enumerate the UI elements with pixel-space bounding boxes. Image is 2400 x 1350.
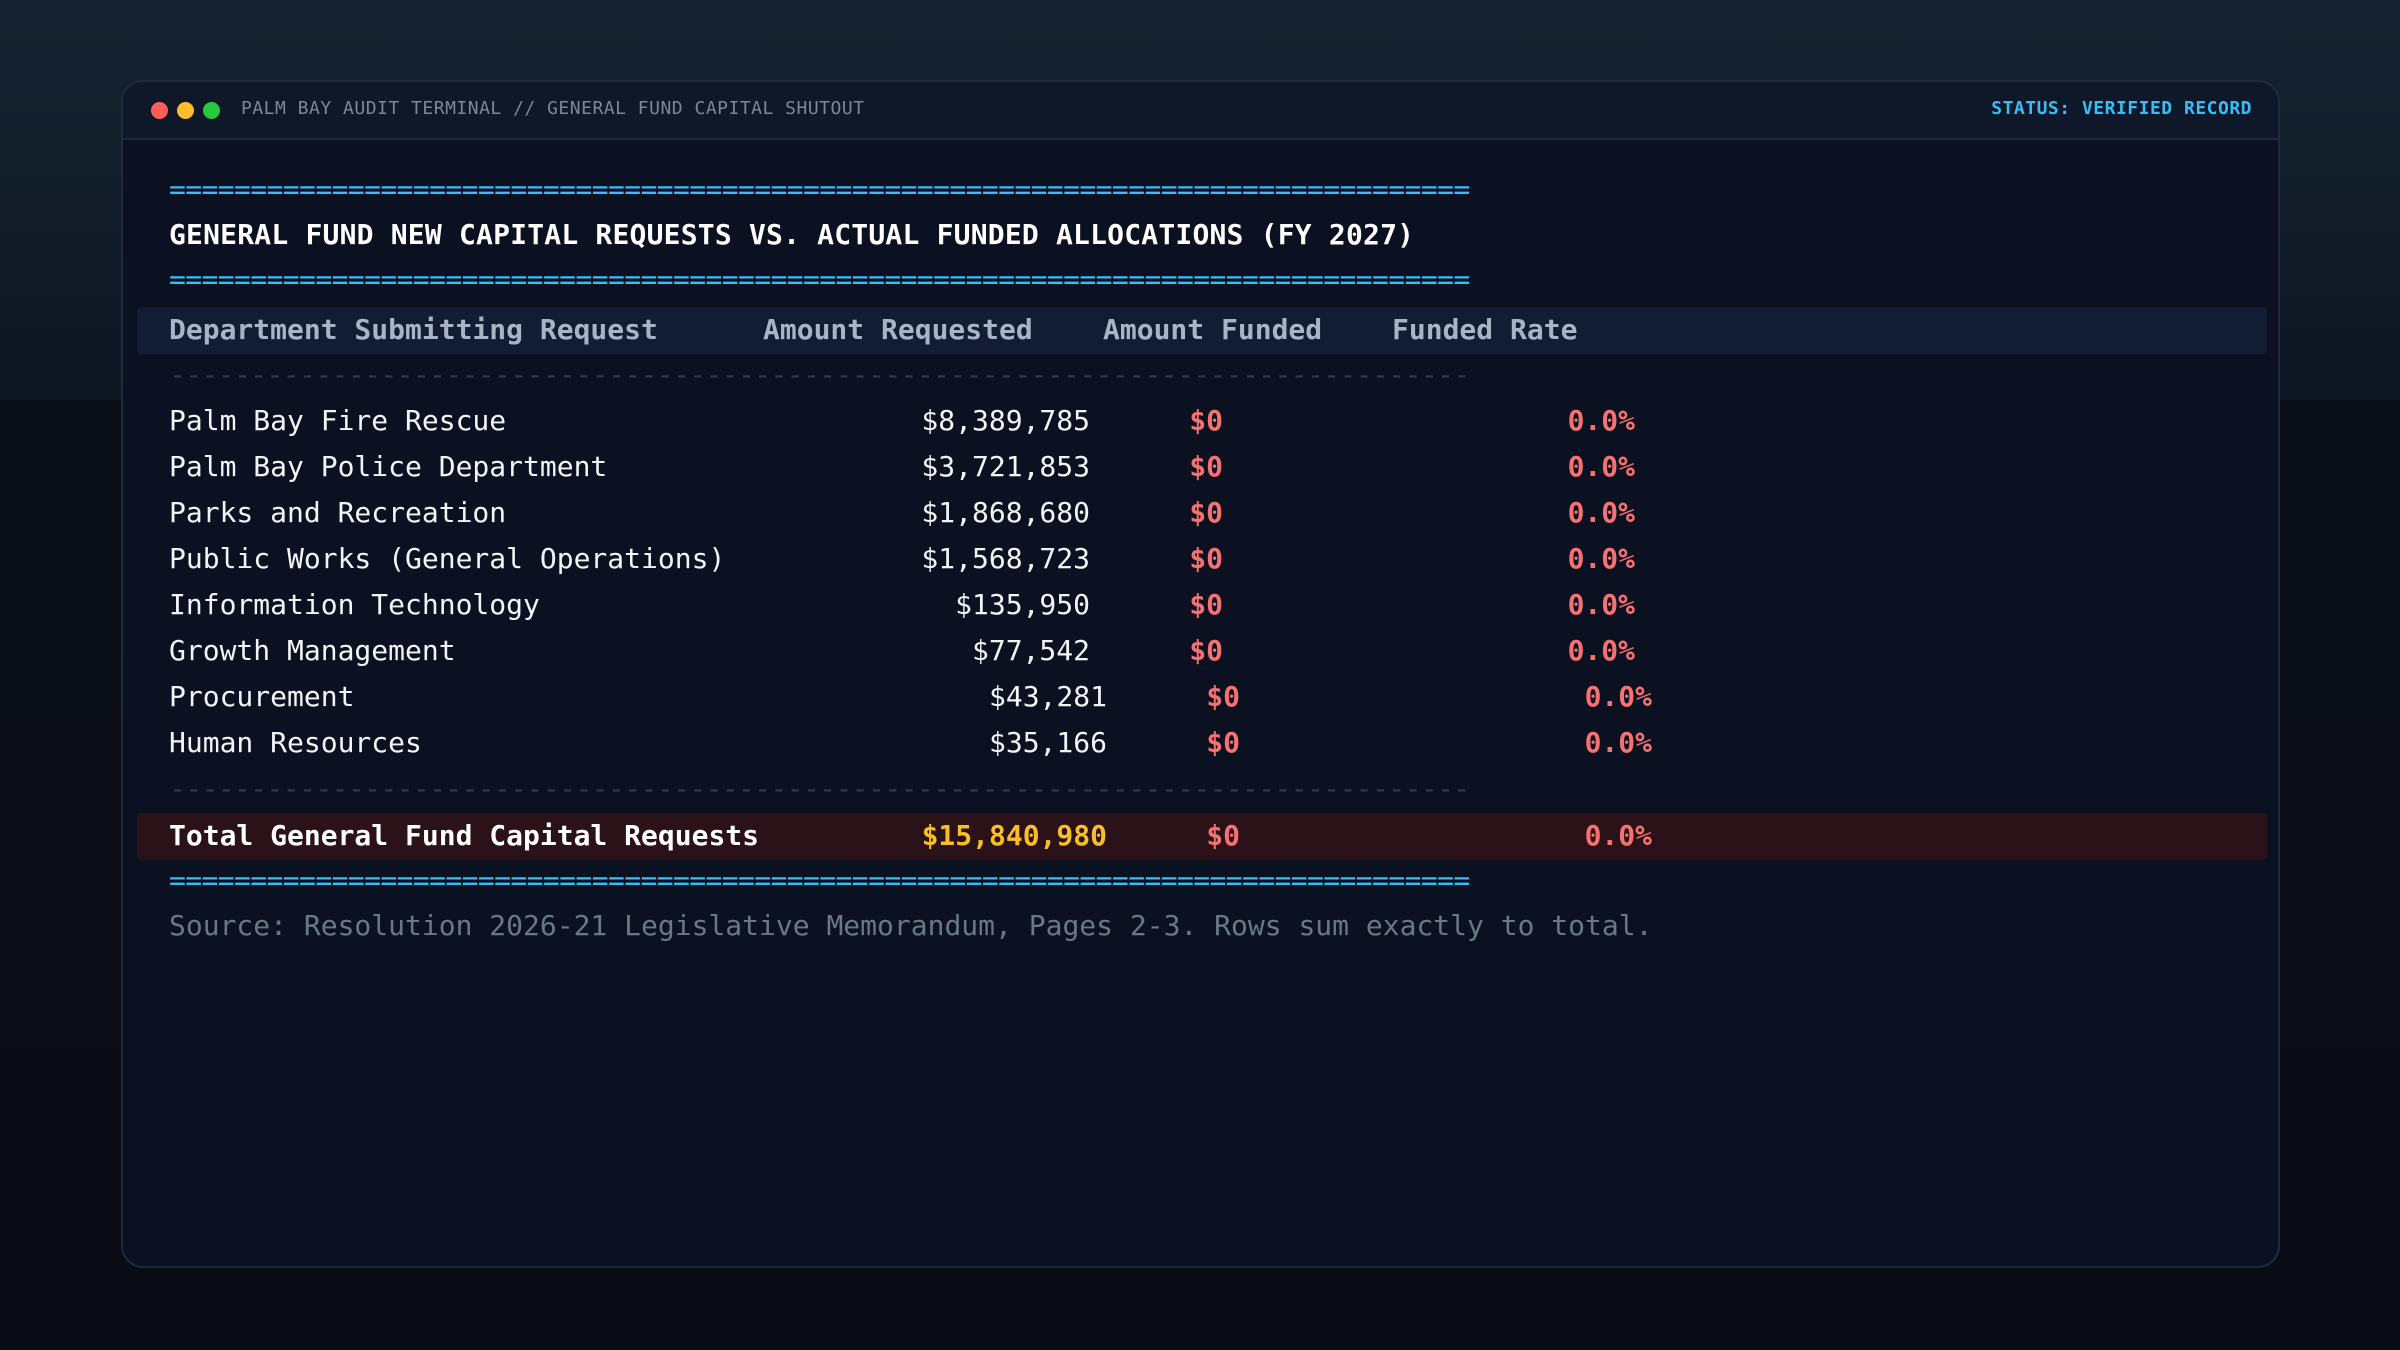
- minimize-window-button[interactable]: [177, 102, 194, 119]
- terminal-window: PALM BAY AUDIT TERMINAL // GENERAL FUND …: [121, 80, 2280, 1268]
- department-name: Procurement: [169, 680, 355, 713]
- funded-rate: 0.0%: [1584, 680, 1652, 713]
- status-badge: STATUS: VERIFIED RECORD: [1991, 98, 2252, 119]
- amount-funded: $0: [1206, 680, 1240, 713]
- rule-equals-under-title: ========================================…: [169, 263, 1470, 296]
- department-name: Growth Management: [169, 634, 456, 667]
- source-note: Source: Resolution 2026-21 Legislative M…: [169, 909, 1653, 942]
- funded-rate: 0.0%: [1567, 634, 1635, 667]
- department-name: Human Resources: [169, 726, 422, 759]
- amount-funded: $0: [1189, 496, 1223, 529]
- column-header-funded: Amount Funded: [1103, 313, 1323, 346]
- rule-equals-bottom: ========================================…: [169, 864, 1470, 897]
- amount-funded: $0: [1189, 634, 1223, 667]
- title-bar: PALM BAY AUDIT TERMINAL // GENERAL FUND …: [123, 82, 2278, 140]
- funded-rate: 0.0%: [1567, 450, 1635, 483]
- funded-rate: 0.0%: [1567, 496, 1635, 529]
- total-funded-rate: 0.0%: [1584, 819, 1652, 852]
- window-title: PALM BAY AUDIT TERMINAL // GENERAL FUND …: [241, 98, 865, 119]
- funded-rate: 0.0%: [1567, 588, 1635, 621]
- amount-requested: $8,389,785: [921, 404, 1090, 437]
- amount-requested: $77,542: [971, 634, 1090, 667]
- maximize-window-button[interactable]: [203, 102, 220, 119]
- department-name: Parks and Recreation: [169, 496, 507, 529]
- amount-requested: $3,721,853: [921, 450, 1090, 483]
- total-amount-requested: $15,840,980: [921, 819, 1107, 852]
- amount-funded: $0: [1189, 404, 1223, 437]
- rule-dashes-bottom: ----------------------------------------…: [169, 772, 1470, 805]
- column-header-department: Department Submitting Request: [169, 313, 658, 346]
- amount-requested: $43,281: [988, 680, 1107, 713]
- report-title: GENERAL FUND NEW CAPITAL REQUESTS VS. AC…: [169, 218, 1415, 251]
- amount-requested: $35,166: [988, 726, 1107, 759]
- column-header-requested: Amount Requested: [763, 313, 1033, 346]
- department-name: Palm Bay Police Department: [169, 450, 608, 483]
- column-header-rate: Funded Rate: [1392, 313, 1578, 346]
- funded-rate: 0.0%: [1584, 726, 1652, 759]
- amount-requested: $135,950: [955, 588, 1090, 621]
- amount-funded: $0: [1189, 450, 1223, 483]
- total-amount-funded: $0: [1206, 819, 1240, 852]
- amount-requested: $1,568,723: [921, 542, 1090, 575]
- rule-equals-top: ========================================…: [169, 173, 1470, 206]
- funded-rate: 0.0%: [1567, 404, 1635, 437]
- amount-requested: $1,868,680: [921, 496, 1090, 529]
- total-label: Total General Fund Capital Requests: [169, 819, 760, 852]
- department-name: Information Technology: [169, 588, 540, 621]
- rule-dashes-top: ----------------------------------------…: [169, 358, 1470, 391]
- amount-funded: $0: [1206, 726, 1240, 759]
- amount-funded: $0: [1189, 588, 1223, 621]
- department-name: Palm Bay Fire Rescue: [169, 404, 507, 437]
- department-name: Public Works (General Operations): [169, 542, 726, 575]
- funded-rate: 0.0%: [1567, 542, 1635, 575]
- close-window-button[interactable]: [151, 102, 168, 119]
- amount-funded: $0: [1189, 542, 1223, 575]
